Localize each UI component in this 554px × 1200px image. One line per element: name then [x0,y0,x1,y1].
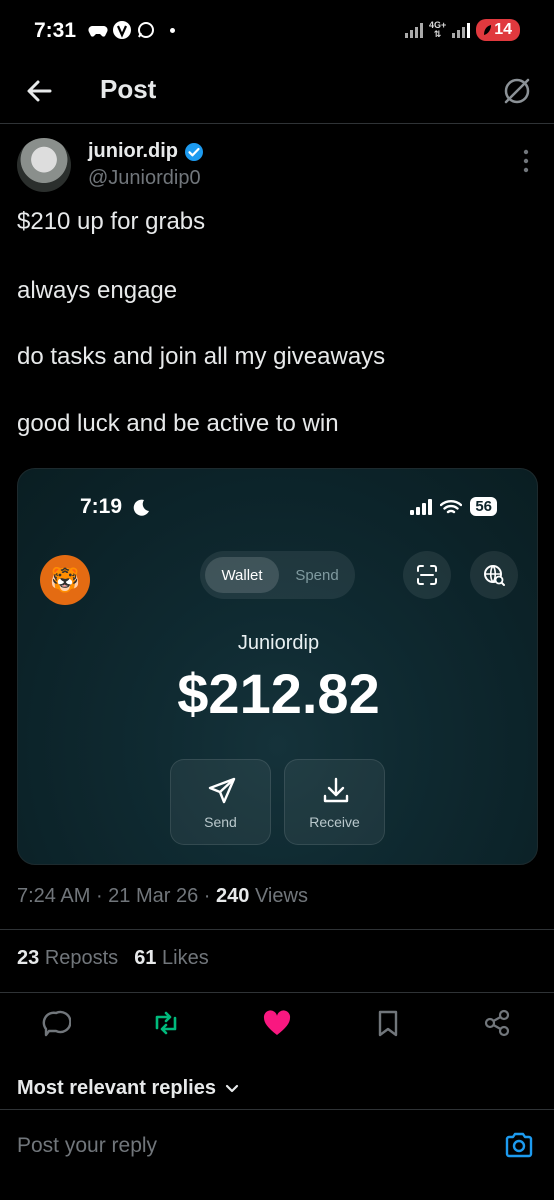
reply-composer [0,1109,554,1200]
receive-button: Receive [284,759,385,845]
divider [0,929,554,930]
post-image[interactable]: 7:19 56 🐯 Wallet Spend Juniordip $212.82 [17,468,538,865]
status-time: 7:31 [34,19,77,42]
network-type: 4G+ ⇅ [428,20,447,39]
send-label: Send [204,814,237,830]
send-button: Send [170,759,271,845]
likes-stat[interactable]: 61 Likes [134,947,209,970]
chevron-down-icon [225,1084,239,1092]
divider [0,992,554,993]
moon-icon [133,499,149,516]
reposts-count: 23 [17,947,40,969]
image-battery: 56 [470,497,497,516]
system-indicators: 4G+ ⇅ 14 [404,19,520,41]
bookmark-icon[interactable] [373,1008,403,1038]
repost-icon[interactable] [151,1008,181,1038]
engagement-stats: 23 Reposts 61 Likes [17,947,209,970]
wallet-balance: $212.82 [177,662,380,725]
reposts-label: Reposts [44,947,119,969]
tab-spend: Spend [295,566,339,584]
post-paragraph: good luck and be active to win [17,410,339,437]
reply-input[interactable] [17,1134,477,1158]
post-paragraph: $210 up for grabs [17,208,206,235]
post-date: 21 Mar 26 [108,885,199,907]
signal-icon [404,22,423,38]
post-time: 7:24 AM [17,885,91,907]
send-icon [208,777,236,804]
browser-button [470,551,518,599]
likes-label: Likes [162,947,209,969]
more-notifications-dot [170,27,175,33]
wallet-spend-toggle: Wallet Spend [200,551,355,599]
image-status-indicators: 56 [410,497,497,516]
globe-search-icon [484,565,505,586]
wifi-icon [440,499,463,513]
views-label: Views [254,885,308,907]
image-status-time: 7:19 [80,495,123,518]
camera-icon[interactable] [504,1130,534,1160]
grok-icon[interactable] [500,74,534,108]
reply-sort-label: Most relevant replies [17,1077,216,1099]
notification-icons [88,21,175,39]
author-avatar[interactable] [17,138,71,192]
author-handle[interactable]: @Juniordip0 [88,167,201,190]
tab-wallet: Wallet [205,557,279,593]
scan-button [403,551,451,599]
wallet-account-name: Juniordip [237,632,320,654]
likes-count: 61 [134,947,157,969]
verified-badge-icon [185,142,203,161]
reply-sort-dropdown[interactable]: Most relevant replies [17,1077,240,1100]
post-meta: 7:24 AM · 21 Mar 26 · 240 Views [17,885,308,907]
back-arrow-icon[interactable] [22,74,56,108]
like-heart-icon[interactable] [262,1008,292,1038]
game-controller-icon [88,21,108,39]
v-app-icon [112,21,132,39]
tiger-avatar: 🐯 [40,555,90,605]
post-paragraph: do tasks and join all my giveaways [17,343,386,370]
battery-leaf-icon [484,25,492,35]
download-icon [323,777,349,803]
post-paragraph: always engage [17,277,178,304]
battery-indicator: 14 [476,19,520,41]
reposts-stat[interactable]: 23 Reposts [17,947,118,970]
more-options-icon[interactable] [520,148,532,174]
signal-icon-2 [452,22,471,38]
status-bar: 7:31 4G+ ⇅ 14 [0,0,554,62]
scan-icon [417,565,437,585]
reply-icon[interactable] [41,1008,71,1038]
share-icon[interactable] [482,1008,512,1038]
action-bar [0,1000,554,1046]
page-title: Post [100,74,157,104]
views-count: 240 [216,885,250,907]
author-name[interactable]: junior.dip [88,140,178,163]
author-name-row[interactable]: junior.dip [88,140,204,163]
receive-label: Receive [309,814,360,830]
signal-icon [410,498,433,515]
whatsapp-icon [136,21,156,39]
top-app-bar: Post [0,62,554,124]
